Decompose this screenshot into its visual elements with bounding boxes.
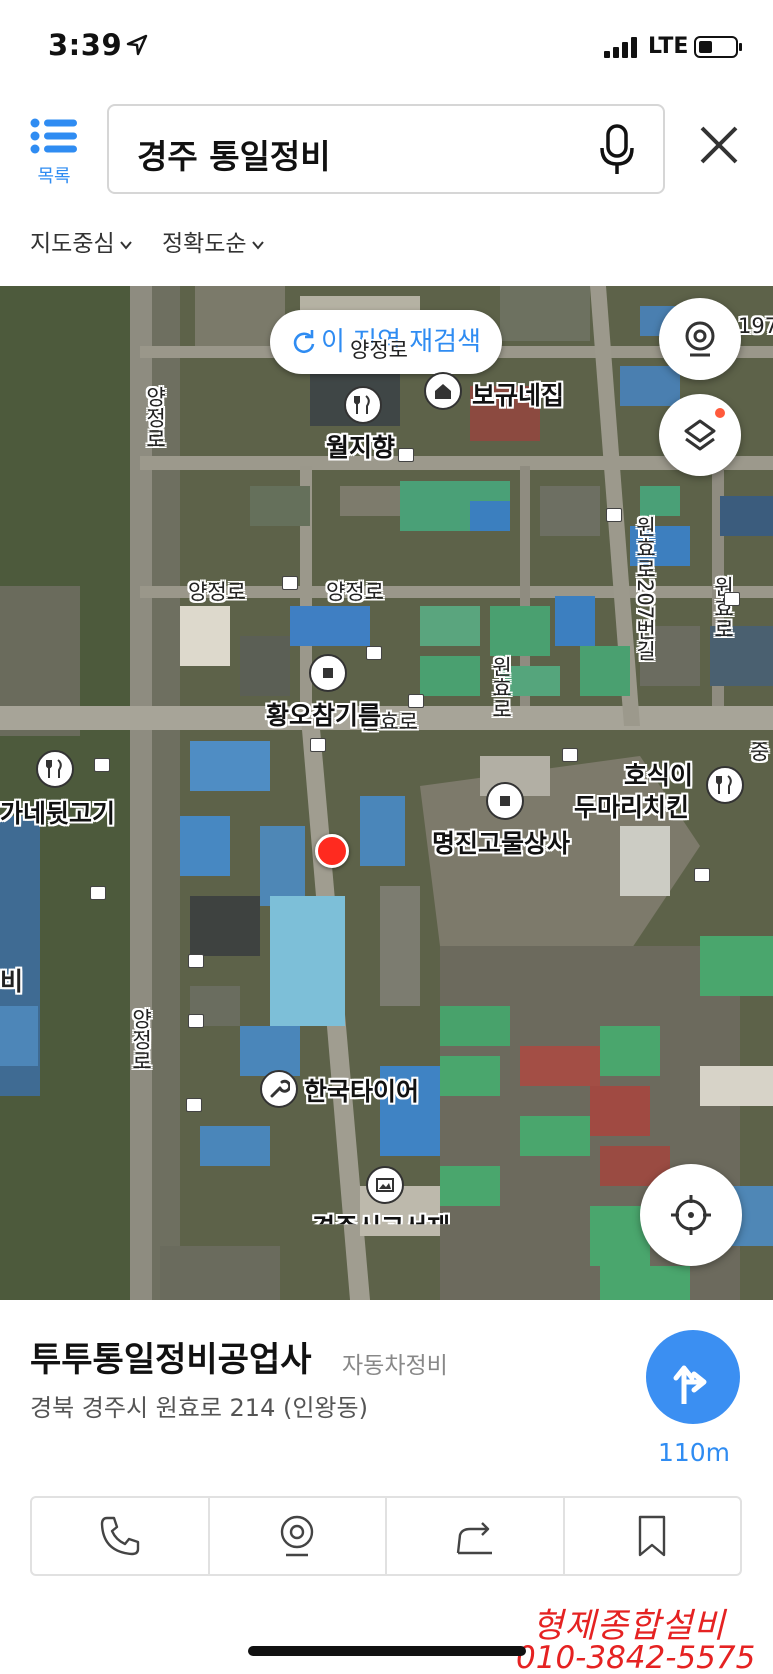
road-label: 원효로207번길 <box>633 516 657 662</box>
notification-dot <box>715 408 725 418</box>
poi-marker[interactable] <box>366 1166 404 1204</box>
layers-icon <box>684 419 716 451</box>
directions-button[interactable] <box>646 1330 740 1424</box>
roadview-button[interactable] <box>659 298 741 380</box>
poi-label[interactable]: 황오참기름 <box>266 696 381 732</box>
place-card[interactable]: 투투통일정비공업사 자동차정비 경북 경주시 원효로 214 (인왕동) 110… <box>0 1300 773 1674</box>
action-bar <box>30 1496 742 1576</box>
road-label: 원효로 <box>489 656 513 719</box>
place-address: 경북 경주시 원효로 214 (인왕동) <box>30 1394 368 1422</box>
road-sign-marker <box>188 954 204 968</box>
bookmark-button[interactable] <box>565 1498 741 1574</box>
map-layers-button[interactable] <box>659 394 741 476</box>
list-icon <box>30 118 77 154</box>
chevron-down-icon <box>119 240 132 250</box>
list-label: 목록 <box>37 166 71 187</box>
place-name[interactable]: 투투통일정비공업사 <box>30 1332 312 1381</box>
selected-place-marker[interactable] <box>315 834 349 868</box>
road-sign-marker <box>310 738 326 752</box>
refresh-icon <box>293 330 315 354</box>
satellite-map[interactable]: 이 지역 재검색 양정로 양정로 양정로 양정로 원효로207번길 원효로 원효… <box>0 286 773 1300</box>
edge-label: 비 <box>0 967 24 996</box>
road-sign-marker <box>186 1098 202 1112</box>
location-arrow-icon <box>126 34 148 56</box>
edge-label: 중 <box>750 740 770 764</box>
poi-label[interactable]: 월지향 <box>326 428 395 464</box>
road-sign-marker <box>94 758 110 772</box>
road-sign-marker <box>606 508 622 522</box>
poi-label-line1[interactable]: 호식이 <box>624 756 693 792</box>
search-query: 경주 통일정비 <box>137 137 331 176</box>
filter-bar: 지도중심 정확도순 <box>30 224 287 258</box>
shop-icon <box>309 654 347 692</box>
place-category: 자동차정비 <box>342 1353 448 1379</box>
roadview-action-button[interactable] <box>210 1498 387 1574</box>
road-sign-marker <box>408 694 424 708</box>
road-sign-marker <box>366 646 382 660</box>
road-label: 양정로 <box>143 386 167 449</box>
poi-label[interactable]: 한국타이어 <box>304 1072 419 1108</box>
restaurant-icon <box>706 766 744 804</box>
road-label: 양정로 <box>129 1008 153 1071</box>
my-location-button[interactable] <box>640 1164 742 1266</box>
poi-label-line2[interactable]: 두마리치킨 <box>574 788 689 824</box>
restaurant-icon <box>344 386 382 424</box>
directions-icon <box>673 1365 707 1404</box>
list-button[interactable]: 목록 <box>28 118 80 188</box>
road-sign-marker <box>562 748 578 762</box>
close-icon[interactable] <box>696 122 742 168</box>
poi-label[interactable]: 가네뒷고기 <box>0 794 115 830</box>
battery-icon <box>694 36 742 58</box>
clock: 3:39 <box>48 28 123 62</box>
road-label: 양정로 <box>188 580 246 604</box>
filter-label: 정확도순 <box>161 231 247 257</box>
search-header: 목록 경주 통일정비 지도중심 정확도순 <box>0 96 773 286</box>
poi-marker[interactable] <box>309 654 347 692</box>
signal-icon <box>604 37 637 58</box>
gallery-icon <box>366 1166 404 1204</box>
crosshair-icon <box>671 1195 711 1235</box>
poi-marker[interactable] <box>424 372 462 410</box>
road-sign-marker <box>398 448 414 462</box>
phone-icon <box>100 1516 139 1556</box>
road-sign-marker <box>282 576 298 590</box>
filter-map-center[interactable]: 지도중심 <box>30 224 133 258</box>
call-button[interactable] <box>32 1498 210 1574</box>
microphone-icon[interactable] <box>599 124 635 176</box>
filter-label: 지도중심 <box>30 231 115 257</box>
road-sign-marker <box>90 886 106 900</box>
road-sign-marker <box>724 592 740 606</box>
road-sign-marker <box>694 868 710 882</box>
restaurant-icon <box>36 750 74 788</box>
poi-marker[interactable] <box>260 1070 298 1108</box>
share-icon <box>456 1522 492 1555</box>
poi-label[interactable]: 명진고물상사 <box>432 824 570 860</box>
bookmark-icon <box>639 1515 666 1557</box>
roadview-icon <box>685 321 715 357</box>
road-label: 양정로 <box>350 338 408 362</box>
distance-label: 110m <box>657 1438 731 1467</box>
poi-marker[interactable] <box>344 386 382 424</box>
road-sign-marker <box>188 1014 204 1028</box>
search-input[interactable]: 경주 통일정비 <box>107 104 665 194</box>
road-label: 양정로 <box>326 580 384 604</box>
roadview-icon <box>281 1515 314 1557</box>
shop-icon <box>486 782 524 820</box>
filter-accuracy[interactable]: 정확도순 <box>162 224 265 258</box>
poi-marker[interactable] <box>706 766 744 804</box>
network-type: LTE <box>648 34 689 59</box>
house-icon <box>424 372 462 410</box>
poi-label[interactable]: 보규네집 <box>472 376 564 412</box>
home-indicator <box>248 1646 526 1656</box>
watermark-phone: 010-3842-5575 <box>516 1640 756 1674</box>
edge-label: 197 <box>738 314 773 338</box>
road-label: 원효로 <box>711 576 735 639</box>
poi-marker[interactable] <box>36 750 74 788</box>
status-bar: 3:39 LTE <box>0 0 773 96</box>
chevron-down-icon <box>251 240 264 250</box>
share-button[interactable] <box>387 1498 565 1574</box>
wrench-icon <box>260 1070 298 1108</box>
poi-marker[interactable] <box>486 782 524 820</box>
